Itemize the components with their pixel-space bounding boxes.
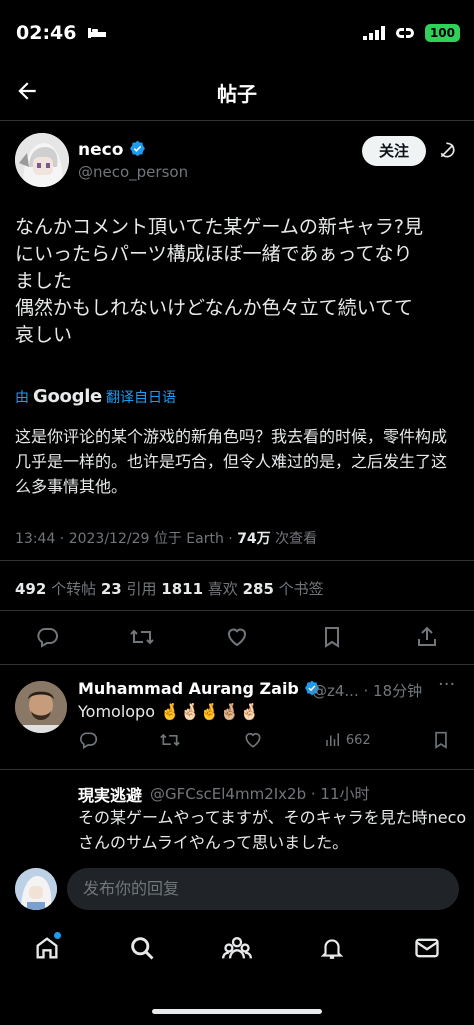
quote-count[interactable]: 23 (101, 580, 122, 598)
post-timestamp: 13:44 · 2023/12/29 位于 Earth · (15, 531, 238, 547)
view-count-label: 次查看 (270, 531, 318, 547)
reply-icon[interactable] (32, 622, 62, 652)
notifications-icon[interactable] (316, 932, 348, 964)
author-avatar[interactable] (15, 133, 69, 187)
repost-count[interactable]: 492 (15, 580, 46, 598)
bottom-nav (0, 932, 474, 964)
reply-divider (0, 769, 474, 770)
reply-action-bar: 662 (78, 730, 450, 750)
status-time: 02:46 (16, 22, 107, 44)
bar-chart-icon (326, 733, 339, 746)
share-icon[interactable] (412, 622, 442, 652)
communities-icon[interactable] (221, 932, 253, 964)
like-icon[interactable] (243, 730, 263, 750)
bed-icon (88, 28, 107, 38)
post-text: なんかコメント頂いてた某ゲームの新キャラ?見 にいったらパーツ構成ほぼ一緒であぁ… (15, 216, 423, 346)
meta-divider (0, 560, 474, 561)
follow-button[interactable]: 关注 (362, 136, 426, 166)
reply-author-name[interactable]: Muhammad Aurang Zaib (78, 679, 320, 698)
bookmark-icon[interactable] (317, 622, 347, 652)
search-icon[interactable] (126, 932, 158, 964)
views-stat[interactable]: 662 (324, 731, 371, 749)
post-action-bar (0, 622, 474, 652)
messages-icon[interactable] (411, 932, 443, 964)
header-divider (0, 120, 474, 121)
translation-attribution[interactable]: 由 Google 翻译自日语 (15, 386, 176, 407)
link-icon (395, 28, 414, 38)
like-icon[interactable] (222, 622, 252, 652)
view-count: 74万 (237, 531, 271, 547)
reply-author-handle[interactable]: @GFCscEl4mm2Ix2b · 11小时 (150, 783, 370, 804)
translated-text: 这是你评论的某个游戏的新角色吗？我去看的时候，零件构成几乎是一样的。也许是巧合，… (15, 427, 448, 496)
google-logo: Google (33, 386, 102, 407)
reply-text: その某ゲームやってますが、そのキャラを見た時necoさんのサムライやんって思いま… (78, 808, 467, 852)
home-indicator (152, 1009, 322, 1014)
repost-icon[interactable] (127, 622, 157, 652)
translate-prefix: 由 (15, 389, 29, 406)
my-avatar[interactable] (15, 868, 57, 910)
bookmark-icon[interactable] (432, 730, 450, 750)
grok-icon[interactable] (438, 140, 458, 164)
verified-badge-icon (130, 140, 146, 157)
reply-input[interactable]: 发布你的回复 (67, 868, 459, 910)
post-meta: 13:44 · 2023/12/29 位于 Earth · 74万 次查看 (15, 528, 317, 548)
reply-icon[interactable] (78, 730, 98, 750)
home-icon[interactable] (31, 932, 63, 964)
post-stats[interactable]: 492 个转帖 23 引用 1811 喜欢 285 个书签 (15, 578, 324, 599)
like-count[interactable]: 1811 (161, 580, 203, 598)
repost-icon[interactable] (159, 730, 181, 750)
reply-author-name[interactable]: 現実逃避 (78, 782, 142, 806)
reply-avatar[interactable] (15, 681, 67, 733)
action-divider (0, 664, 474, 665)
battery-indicator: 100 (424, 24, 460, 42)
more-options-icon[interactable]: ··· (438, 674, 455, 695)
reply-author-handle[interactable]: @z4... · 18分钟 (312, 680, 422, 701)
signal-icon (362, 26, 385, 40)
reply-view-count: 662 (345, 732, 371, 748)
stats-divider (0, 610, 474, 611)
author-name[interactable]: neco (78, 140, 146, 160)
bookmark-count[interactable]: 285 (243, 580, 274, 598)
translate-suffix: 翻译自日语 (105, 389, 176, 406)
reply-text: Yomolopo 🤞🤞🏻🤞🤞🏼🤞🏻 (78, 702, 260, 721)
status-icons: 100 (362, 24, 460, 42)
author-handle[interactable]: @neco_person (78, 163, 188, 181)
page-title: 帖子 (217, 82, 257, 106)
